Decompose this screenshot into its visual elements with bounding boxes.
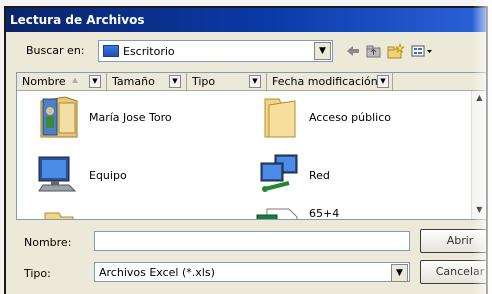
open-button[interactable]: Abrir — [420, 229, 486, 253]
list-item[interactable] — [35, 207, 89, 219]
list-item-label: María Jose Toro — [89, 110, 172, 124]
list-item-label: Red — [309, 168, 330, 182]
file-list[interactable]: Nombre ▲ ▼ Tamaño ▼ Tipo ▼ Fecha modific… — [16, 72, 486, 220]
back-arrow-icon[interactable] — [343, 42, 363, 60]
file-type-label: Tipo: — [24, 267, 51, 280]
file-type-select[interactable]: Archivos Excel (*.xls) ▼ — [94, 262, 410, 282]
chevron-down-icon[interactable]: ▼ — [169, 75, 181, 88]
excel-file-icon: X — [255, 205, 303, 220]
network-icon — [255, 151, 303, 199]
column-size[interactable]: Tamaño ▼ — [107, 73, 187, 91]
column-date-modified[interactable]: Fecha modificación ▼ — [267, 73, 393, 91]
list-item[interactable]: María Jose Toro — [35, 93, 172, 141]
file-name-label: Nombre: — [24, 236, 72, 249]
scroll-up-icon[interactable]: ▲ — [474, 93, 485, 105]
new-folder-icon[interactable] — [386, 42, 406, 60]
chevron-down-icon[interactable]: ▼ — [89, 75, 101, 88]
look-in-value: Escritorio — [123, 45, 175, 58]
list-item[interactable]: X 65+4 — [255, 205, 340, 220]
chevron-down-icon[interactable]: ▼ — [249, 75, 261, 88]
list-item[interactable]: Equipo — [35, 151, 127, 199]
user-folder-icon — [35, 93, 83, 141]
column-name[interactable]: Nombre ▲ ▼ — [17, 73, 107, 91]
column-header: Nombre ▲ ▼ Tamaño ▼ Tipo ▼ Fecha modific… — [17, 73, 486, 91]
up-folder-icon[interactable] — [364, 42, 384, 60]
list-item-label: Equipo — [89, 168, 127, 182]
svg-text:X: X — [262, 217, 272, 220]
cancel-button[interactable]: Cancelar — [420, 260, 486, 284]
desktop-icon — [103, 45, 119, 57]
folder-icon — [255, 93, 303, 141]
list-item-label: 65+4 — [309, 207, 340, 220]
chevron-down-icon[interactable]: ▼ — [314, 42, 331, 60]
view-menu-icon[interactable] — [410, 42, 436, 60]
file-name-input[interactable] — [94, 231, 410, 251]
list-item[interactable]: Acceso público — [255, 93, 391, 141]
look-in-label: Buscar en: — [26, 44, 85, 57]
list-item-label: Acceso público — [309, 110, 391, 124]
chevron-down-icon[interactable]: ▼ — [377, 75, 389, 88]
file-type-value: Archivos Excel (*.xls) — [99, 266, 215, 279]
toolbar: Buscar en: Escritorio ▼ — [6, 32, 486, 72]
folder-icon — [35, 207, 83, 219]
file-dialog: Lectura de Archivos Buscar en: Escritori… — [4, 6, 488, 294]
list-item[interactable]: Red — [255, 151, 330, 199]
computer-icon — [35, 151, 83, 199]
scroll-down-icon[interactable]: ▼ — [474, 205, 485, 217]
column-type[interactable]: Tipo ▼ — [187, 73, 267, 91]
chevron-down-icon[interactable]: ▼ — [391, 264, 408, 282]
sort-asc-icon: ▲ — [72, 76, 78, 84]
look-in-combo[interactable]: Escritorio ▼ — [98, 40, 333, 62]
vertical-scrollbar[interactable]: ▲ ▼ — [471, 91, 486, 219]
dialog-title: Lectura de Archivos — [6, 8, 486, 32]
